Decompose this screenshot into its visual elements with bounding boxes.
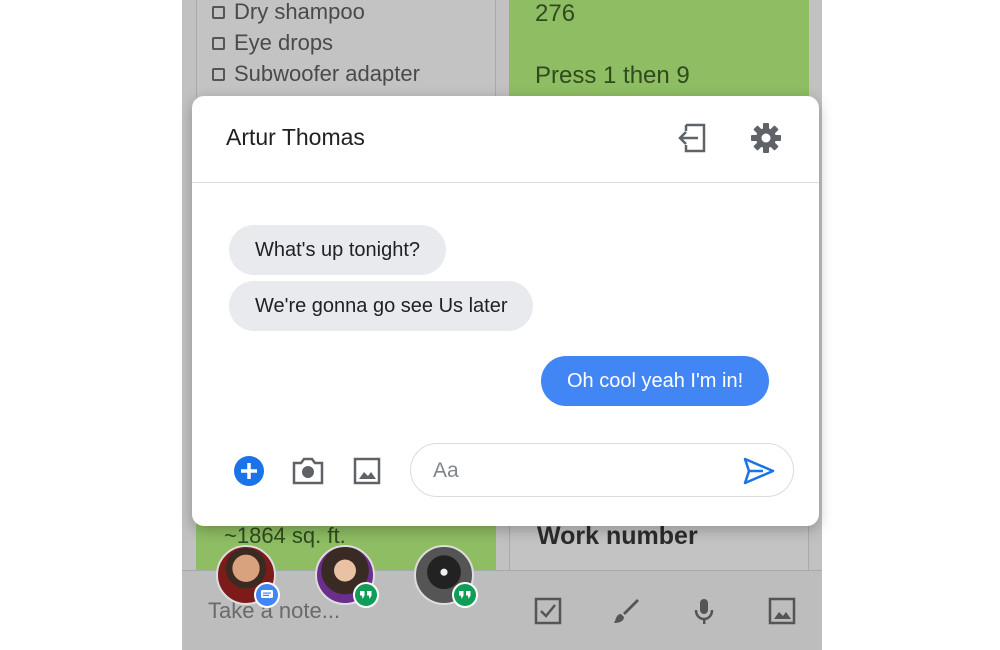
message-input-container — [410, 443, 794, 497]
checklist-item-label: Dry shampoo — [234, 0, 365, 24]
avatar-1[interactable] — [216, 545, 280, 608]
checklist-item-label: Subwoofer adapter — [234, 61, 420, 86]
note-text: 276 — [535, 0, 576, 27]
checkbox-icon[interactable] — [212, 36, 225, 50]
mic-icon[interactable] — [686, 593, 722, 629]
checklist-item-label: Eye drops — [234, 30, 334, 55]
message-bubble-incoming[interactable]: We're gonna go see Us later — [229, 281, 534, 331]
note-text: Press 1 then 9 — [535, 62, 690, 89]
brush-icon[interactable] — [608, 593, 644, 629]
message-input[interactable] — [431, 456, 735, 486]
checklist-item[interactable]: Subwoofer adapter — [212, 59, 420, 89]
checklist-item[interactable]: Dry shampoo — [212, 0, 365, 27]
checkbox-icon[interactable] — [530, 593, 566, 629]
hangouts-icon — [353, 582, 379, 608]
avatar-2[interactable] — [315, 545, 379, 608]
header-divider — [192, 182, 819, 183]
note-text: Work number — [537, 522, 698, 550]
message-bubble-incoming[interactable]: What's up tonight? — [229, 225, 447, 275]
send-icon[interactable] — [741, 453, 777, 489]
checkbox-icon[interactable] — [212, 67, 225, 81]
conversation-title: Artur Thomas — [226, 124, 365, 150]
checklist-item[interactable]: Eye drops — [212, 28, 333, 58]
messages-icon — [254, 582, 280, 608]
image-icon[interactable] — [764, 593, 800, 629]
gear-icon[interactable] — [748, 120, 784, 156]
bottom-bar: Take a note... — [182, 570, 822, 650]
hangouts-icon — [452, 582, 478, 608]
message-bubble-outgoing[interactable]: Oh cool yeah I'm in! — [541, 356, 770, 406]
exit-icon[interactable] — [674, 120, 710, 156]
add-icon[interactable] — [229, 451, 269, 491]
checkbox-icon[interactable] — [212, 5, 225, 19]
chat-window: Artur Thomas What's up tonight? We're go… — [192, 96, 819, 526]
camera-icon[interactable] — [288, 451, 328, 491]
avatar-3[interactable] — [414, 545, 478, 608]
image-icon[interactable] — [347, 451, 387, 491]
